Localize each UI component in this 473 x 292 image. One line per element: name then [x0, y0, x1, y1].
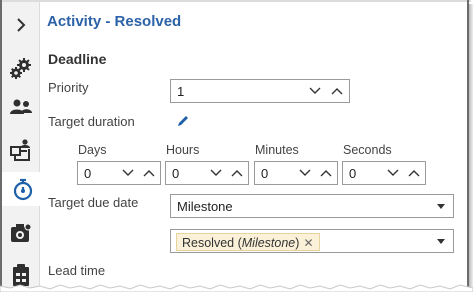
hours-decrement-button[interactable] — [208, 166, 224, 180]
priority-value: 1 — [177, 84, 185, 99]
minutes-increment-button[interactable] — [318, 166, 334, 180]
chevron-down-icon — [299, 169, 311, 176]
dropdown-arrow-icon[interactable] — [437, 204, 445, 209]
window-border — [0, 0, 471, 2]
seconds-increment-button[interactable] — [406, 166, 422, 180]
sidebar-item-settings[interactable] — [2, 52, 40, 86]
days-label: Days — [78, 143, 107, 157]
target-duration-label: Target duration — [48, 114, 135, 129]
milestone-select[interactable]: Resolved (Milestone) ✕ — [170, 229, 454, 253]
edit-duration-button[interactable] — [176, 114, 190, 128]
milestone-tag-name: Resolved — [182, 235, 235, 250]
chevron-up-icon — [320, 170, 332, 177]
panel-title: Activity - Resolved — [47, 13, 182, 30]
pencil-icon — [178, 116, 188, 126]
stopwatch-icon — [13, 178, 33, 201]
days-value: 0 — [84, 166, 92, 181]
hours-value: 0 — [172, 166, 180, 181]
milestone-tag-kind: Milestone — [241, 235, 296, 250]
minutes-decrement-button[interactable] — [297, 166, 313, 180]
chevron-down-icon — [387, 169, 399, 176]
chevron-down-icon — [210, 169, 222, 176]
deadline-properties: Activity - Resolved Deadline Priority 1 … — [41, 2, 467, 292]
gears-icon — [10, 58, 31, 79]
window-border — [0, 0, 2, 292]
section-title: Deadline — [48, 51, 107, 67]
minutes-value: 0 — [261, 166, 269, 181]
target-due-date-select[interactable]: Milestone — [170, 194, 454, 218]
lead-time-label: Lead time — [48, 263, 106, 278]
chevron-right-icon — [17, 18, 26, 32]
chevron-up-icon — [143, 170, 155, 177]
org-chart-icon — [10, 139, 30, 161]
sidebar-item-users[interactable] — [2, 90, 40, 124]
hours-label: Hours — [166, 143, 200, 157]
chevron-down-icon — [122, 169, 134, 176]
dropdown-arrow-icon[interactable] — [437, 239, 445, 244]
minutes-input[interactable]: 0 — [254, 161, 338, 185]
increment-button[interactable] — [329, 84, 345, 98]
collapse-panel-button[interactable] — [2, 8, 40, 42]
days-decrement-button[interactable] — [120, 166, 136, 180]
chevron-up-icon — [231, 170, 243, 177]
seconds-value: 0 — [349, 166, 357, 181]
milestone-tag: Resolved (Milestone) ✕ — [176, 233, 320, 251]
window-shadow — [469, 4, 473, 292]
chevron-up-icon — [408, 170, 420, 177]
target-due-date-value: Milestone — [177, 199, 233, 214]
days-increment-button[interactable] — [141, 166, 157, 180]
sidebar — [2, 2, 41, 292]
hours-increment-button[interactable] — [229, 166, 245, 180]
days-input[interactable]: 0 — [77, 161, 161, 185]
sidebar-item-deadline[interactable] — [2, 172, 41, 206]
remove-tag-icon[interactable]: ✕ — [303, 236, 313, 250]
target-due-date-label: Target due date — [48, 195, 139, 210]
camera-badge-icon — [11, 223, 32, 242]
sidebar-item-attachments[interactable] — [2, 216, 40, 250]
decrement-button[interactable] — [307, 84, 323, 98]
priority-input[interactable]: 1 — [170, 79, 350, 103]
seconds-label: Seconds — [343, 143, 392, 157]
hours-input[interactable]: 0 — [165, 161, 249, 185]
chevron-up-icon — [331, 88, 343, 95]
priority-label: Priority — [48, 80, 89, 95]
seconds-decrement-button[interactable] — [385, 166, 401, 180]
minutes-label: Minutes — [255, 143, 299, 157]
seconds-input[interactable]: 0 — [342, 161, 426, 185]
sidebar-item-organization[interactable] — [2, 133, 40, 167]
torn-edge — [0, 284, 473, 292]
chevron-down-icon — [309, 87, 321, 94]
users-icon — [10, 99, 32, 114]
activity-panel: Activity - Resolved Deadline Priority 1 … — [0, 0, 473, 292]
